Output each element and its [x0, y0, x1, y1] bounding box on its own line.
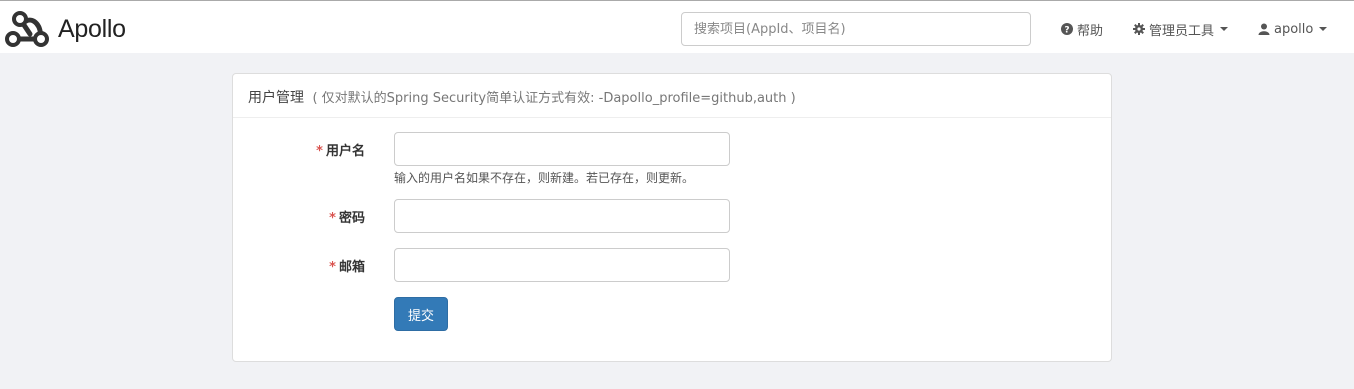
email-label: * 邮箱 — [233, 256, 365, 275]
top-navbar: Apollo ? 帮助 管理员工具 — [0, 0, 1354, 53]
email-label-text: 邮箱 — [338, 260, 365, 275]
gear-icon — [1133, 23, 1145, 35]
password-label-text: 密码 — [338, 211, 365, 226]
required-mark: * — [329, 260, 336, 275]
help-label: 帮助 — [1077, 23, 1104, 39]
help-link[interactable]: ? 帮助 — [1061, 20, 1104, 39]
password-label: * 密码 — [233, 207, 365, 226]
apollo-logo-icon — [5, 11, 49, 47]
admin-tools-label: 管理员工具 — [1149, 23, 1215, 39]
submit-button[interactable]: 提交 — [394, 297, 448, 331]
caret-down-icon — [1220, 27, 1229, 31]
svg-text:?: ? — [1064, 26, 1069, 36]
required-mark: * — [316, 144, 323, 159]
user-icon — [1258, 23, 1270, 35]
question-circle-icon: ? — [1061, 23, 1073, 35]
user-label: apollo — [1274, 21, 1314, 37]
panel-heading: 用户管理 ( 仅对默认的Spring Security简单认证方式有效: -Da… — [233, 74, 1111, 118]
username-help-text: 输入的用户名如果不存在，则新建。若已存在，则更新。 — [394, 171, 695, 185]
username-input[interactable] — [394, 132, 730, 166]
email-input[interactable] — [394, 248, 730, 282]
caret-down-icon — [1319, 27, 1328, 31]
logo-text: Apollo — [58, 14, 126, 43]
user-menu-dropdown[interactable]: apollo — [1258, 20, 1328, 38]
panel-hint: ( 仅对默认的Spring Security简单认证方式有效: -Dapollo… — [312, 91, 796, 106]
username-label: * 用户名 — [233, 140, 365, 159]
username-label-text: 用户名 — [325, 144, 365, 159]
password-input[interactable] — [394, 199, 730, 233]
search-input[interactable] — [681, 12, 1031, 46]
required-mark: * — [329, 211, 336, 226]
brand-logo[interactable]: Apollo — [4, 7, 126, 51]
user-management-panel: 用户管理 ( 仅对默认的Spring Security简单认证方式有效: -Da… — [232, 73, 1112, 362]
panel-title: 用户管理 — [248, 90, 304, 106]
admin-tools-dropdown[interactable]: 管理员工具 — [1133, 20, 1229, 39]
